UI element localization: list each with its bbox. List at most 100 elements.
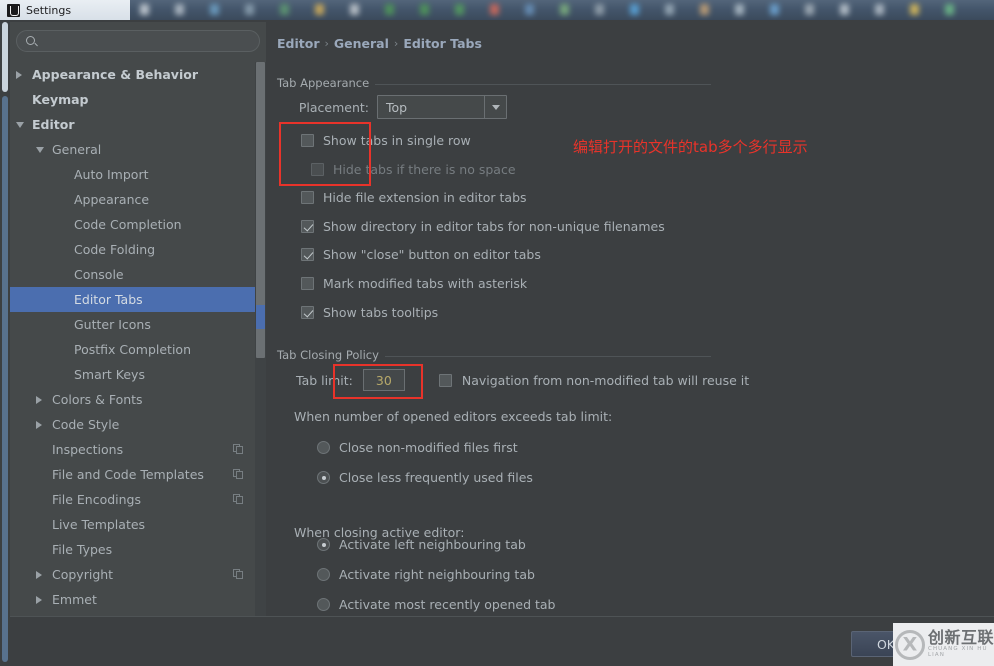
tab-limit-input[interactable]: 30 xyxy=(362,369,405,391)
sidebar-item-smart-keys[interactable]: Smart Keys xyxy=(10,362,266,387)
sidebar-item-console[interactable]: Console xyxy=(10,262,266,287)
radio-label: Activate right neighbouring tab xyxy=(339,567,535,582)
sidebar-item-postfix-completion[interactable]: Postfix Completion xyxy=(10,337,266,362)
sidebar-item-label: Keymap xyxy=(32,92,89,107)
sidebar-item-file-types[interactable]: File Types xyxy=(10,537,266,562)
chevron-down-icon[interactable] xyxy=(36,147,44,153)
settings-tree-panel: Appearance & Behavior Keymap Editor General… xyxy=(10,22,266,616)
radio-row[interactable]: Activate left neighbouring tab xyxy=(317,537,526,552)
checkbox-label: Mark modified tabs with asterisk xyxy=(323,276,528,291)
checkbox-row[interactable]: Hide tabs if there is no space xyxy=(311,162,516,177)
placement-dropdown[interactable]: Top xyxy=(377,95,507,119)
checkbox-hide-tabs-if-there-is-no-space[interactable] xyxy=(311,163,324,176)
radio-row[interactable]: Activate right neighbouring tab xyxy=(317,567,535,582)
copy-settings-icon[interactable] xyxy=(233,469,244,480)
sidebar-item-editor-tabs[interactable]: Editor Tabs xyxy=(10,287,266,312)
chevron-right-icon[interactable] xyxy=(16,71,22,79)
watermark-en-text: CHUANG XIN HU LIAN xyxy=(928,646,988,658)
sidebar-item-live-templates[interactable]: Live Templates xyxy=(10,512,266,537)
checkbox-label: Show directory in editor tabs for non-un… xyxy=(323,219,665,234)
radio-row[interactable]: Close non-modified files first xyxy=(317,440,518,455)
breadcrumb-item[interactable]: Editor xyxy=(277,36,320,51)
sidebar-item-copyright[interactable]: Copyright xyxy=(10,562,266,587)
checkbox-label: Show "close" button on editor tabs xyxy=(323,247,541,262)
chevron-down-icon[interactable] xyxy=(484,96,506,118)
tab-limit-row: Tab limit: 30 Navigation from non-modifi… xyxy=(296,369,749,391)
sidebar-item-editor[interactable]: Editor xyxy=(10,112,266,137)
checkbox-label: Hide file extension in editor tabs xyxy=(323,190,527,205)
sidebar-item-label: General xyxy=(52,142,102,157)
radio-row[interactable]: Activate most recently opened tab xyxy=(317,597,556,612)
radio-label: Close less frequently used files xyxy=(339,470,533,485)
sidebar-item-code-style[interactable]: Code Style xyxy=(10,412,266,437)
checkbox-row[interactable]: Show directory in editor tabs for non-un… xyxy=(301,219,665,234)
sidebar-item-code-folding[interactable]: Code Folding xyxy=(10,237,266,262)
sidebar-item-keymap[interactable]: Keymap xyxy=(10,87,266,112)
sidebar-item-appearance-behavior[interactable]: Appearance & Behavior xyxy=(10,62,266,87)
radio-close-less-frequently-used-files[interactable] xyxy=(317,471,330,484)
reuse-tab-checkbox[interactable] xyxy=(438,373,452,387)
sidebar-item-code-completion[interactable]: Code Completion xyxy=(10,212,266,237)
checkbox-row[interactable]: Show "close" button on editor tabs xyxy=(301,247,541,262)
copy-settings-icon[interactable] xyxy=(233,494,244,505)
breadcrumb: Editor › General › Editor Tabs xyxy=(277,36,482,51)
checkbox-row[interactable]: Hide file extension in editor tabs xyxy=(301,190,527,205)
copy-settings-icon[interactable] xyxy=(233,444,244,455)
chevron-right-icon[interactable] xyxy=(36,571,42,579)
sidebar-item-gutter-icons[interactable]: Gutter Icons xyxy=(10,312,266,337)
checkbox-show-tabs-tooltips[interactable] xyxy=(301,306,314,319)
radio-label: Close non-modified files first xyxy=(339,440,518,455)
checkbox-show-directory-in-editor-tabs-for-non-unique-filenames[interactable] xyxy=(301,220,314,233)
radio-activate-most-recently-opened-tab[interactable] xyxy=(317,598,330,611)
breadcrumb-separator: › xyxy=(324,37,329,50)
sidebar-item-emmet[interactable]: Emmet xyxy=(10,587,266,612)
settings-dialog-screenshot: Settings Appearance & Behavior Keymap Edit… xyxy=(0,0,994,666)
radio-activate-right-neighbouring-tab[interactable] xyxy=(317,568,330,581)
chevron-right-icon[interactable] xyxy=(36,396,42,404)
checkbox-hide-file-extension-in-editor-tabs[interactable] xyxy=(301,191,314,204)
checkbox-row[interactable]: Show tabs in single row xyxy=(301,133,471,148)
outer-scrollbar-top[interactable] xyxy=(2,22,8,92)
placement-value: Top xyxy=(386,99,408,115)
checkbox-show-close-button-on-editor-tabs[interactable] xyxy=(301,248,314,261)
sidebar-item-label: Smart Keys xyxy=(74,367,145,382)
sidebar-item-auto-import[interactable]: Auto Import xyxy=(10,162,266,187)
radio-row[interactable]: Close less frequently used files xyxy=(317,470,533,485)
sidebar-item-label: Appearance & Behavior xyxy=(32,67,198,82)
settings-tree[interactable]: Appearance & Behavior Keymap Editor General… xyxy=(10,62,266,616)
sidebar-item-colors-fonts[interactable]: Colors & Fonts xyxy=(10,387,266,412)
checkbox-label: Show tabs in single row xyxy=(323,133,471,148)
search-input[interactable] xyxy=(41,31,251,51)
outer-scrollbar-thumb[interactable] xyxy=(2,96,8,662)
intellij-idea-logo-icon xyxy=(7,3,20,17)
checkbox-show-tabs-in-single-row[interactable] xyxy=(301,134,314,147)
tab-limit-label: Tab limit: xyxy=(296,372,353,388)
exceeds-tab-limit-label-row: When number of opened editors exceeds ta… xyxy=(294,409,612,424)
checkbox-row[interactable]: Mark modified tabs with asterisk xyxy=(301,276,527,291)
breadcrumb-item[interactable]: Editor Tabs xyxy=(403,36,482,51)
sidebar-item-label: Colors & Fonts xyxy=(52,392,143,407)
sidebar-item-inspections[interactable]: Inspections xyxy=(10,437,266,462)
copy-settings-icon[interactable] xyxy=(233,569,244,580)
radio-activate-left-neighbouring-tab[interactable] xyxy=(317,538,330,551)
checkbox-row[interactable]: Show tabs tooltips xyxy=(301,305,438,320)
chevron-right-icon[interactable] xyxy=(36,421,42,429)
watermark-cn-text: 创新互联 xyxy=(928,628,994,648)
tab-appearance-title: Tab Appearance xyxy=(277,76,376,90)
chevron-down-icon[interactable] xyxy=(16,122,24,128)
sidebar-item-appearance[interactable]: Appearance xyxy=(10,187,266,212)
sidebar-item-label: File Encodings xyxy=(52,492,142,507)
tree-scrollbar-track[interactable] xyxy=(255,62,266,616)
chevron-right-icon[interactable] xyxy=(36,596,42,604)
sidebar-item-label: Code Style xyxy=(52,417,120,432)
checkbox-mark-modified-tabs-with-asterisk[interactable] xyxy=(301,277,314,290)
breadcrumb-item[interactable]: General xyxy=(334,36,389,51)
sidebar-item-file-and-code-templates[interactable]: File and Code Templates xyxy=(10,462,266,487)
sidebar-item-file-encodings[interactable]: File Encodings xyxy=(10,487,266,512)
checkbox-label: Show tabs tooltips xyxy=(323,305,439,320)
search-box[interactable] xyxy=(16,30,260,52)
sidebar-item-general[interactable]: General xyxy=(10,137,266,162)
watermark-logo-icon xyxy=(895,629,925,660)
window-title-label: Settings xyxy=(26,3,72,17)
radio-close-non-modified-files-first[interactable] xyxy=(317,441,330,454)
